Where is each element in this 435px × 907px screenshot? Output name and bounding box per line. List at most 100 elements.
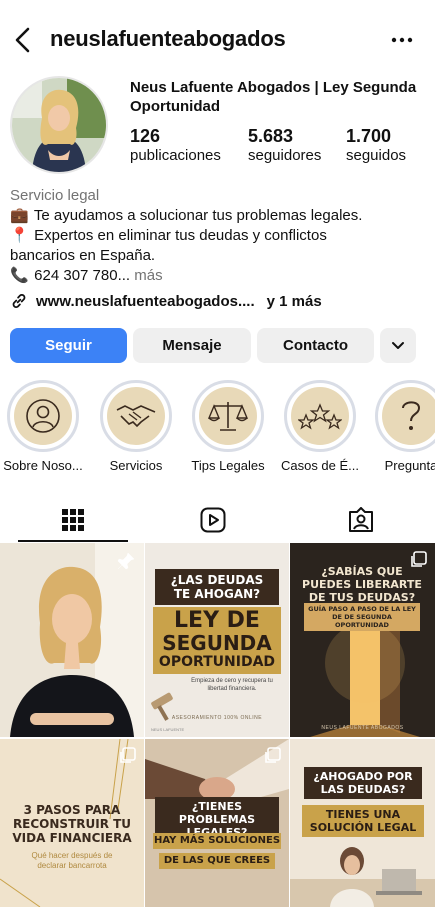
- question-icon: [402, 401, 421, 430]
- highlight-label: Pregunta: [384, 458, 435, 473]
- profile-actions: Seguir Mensaje Contacto: [10, 328, 420, 364]
- post-subtitle-1: TIENES UNA: [325, 808, 401, 821]
- profile-display-name: Neus Lafuente Abogados | Ley Segunda Opo…: [130, 79, 417, 115]
- carousel-icon: [411, 551, 427, 567]
- profile-link-extra[interactable]: y 1 más: [267, 293, 322, 310]
- more-options-icon[interactable]: [390, 28, 414, 52]
- post-headline: ¿SABÍAS QUE PUEDES LIBERARTE DE TUS DEUD…: [302, 565, 422, 604]
- bio-line: bancarios en España.: [10, 246, 425, 266]
- pinned-icon: [117, 552, 135, 570]
- bio-line: 📍 Expertos en eliminar tus deudas y conf…: [10, 226, 425, 246]
- stat-following-label: seguidos: [346, 147, 407, 164]
- post-subtitle-box: TIENES UNA SOLUCIÓN LEGAL: [302, 805, 424, 837]
- highlight-ring: [375, 380, 435, 452]
- stat-posts-label: publicaciones: [130, 147, 221, 164]
- highlight-cover: [107, 387, 165, 445]
- highlight-label: Sobre Noso...: [3, 458, 83, 473]
- post-small-brand: NEUS LAFUENTE: [151, 727, 185, 732]
- bio-line: 📞 624 307 780... más: [10, 266, 425, 286]
- profile-avatar[interactable]: [10, 76, 108, 174]
- active-tab-indicator: [18, 540, 128, 542]
- link-icon: [12, 294, 26, 308]
- bio-text: Expertos en eliminar tus deudas y confli…: [34, 227, 327, 244]
- highlight-cover: [199, 387, 257, 445]
- post-thumbnail[interactable]: ¿LAS DEUDAS TE AHOGAN? LEY DE SEGUNDA OP…: [145, 543, 289, 737]
- stat-following[interactable]: 1.700 seguidos: [346, 126, 406, 166]
- back-arrow-icon[interactable]: [12, 26, 36, 54]
- suggestions-dropdown-button[interactable]: [380, 328, 416, 363]
- handshake-icon: [116, 405, 156, 428]
- post-headline-1: ¿AHOGADO POR: [313, 770, 413, 783]
- post-headline-2: LAS DEUDAS?: [320, 783, 406, 796]
- profile-link-url[interactable]: www.neuslafuenteabogados....: [36, 293, 255, 310]
- stat-followers-value: 5.683: [248, 126, 294, 146]
- bio-text: bancarios en España.: [10, 247, 156, 264]
- post-subtitle: GUÍA PASO A PASO DE LA LEY DE DE SEGUNDA…: [304, 603, 420, 631]
- post-headline-2: TE AHOGAN?: [173, 587, 261, 601]
- scales-icon: [208, 402, 248, 431]
- profile-link[interactable]: www.neuslafuenteabogados.... y 1 más: [10, 292, 425, 310]
- message-button[interactable]: Mensaje: [133, 328, 251, 363]
- profile-bio: Servicio legal 💼 Te ayudamos a soluciona…: [10, 186, 425, 286]
- carousel-icon: [120, 747, 136, 763]
- top-bar: neuslafuenteabogados: [0, 20, 435, 60]
- post-subtitle-2: DE LAS QUE CREES: [159, 853, 275, 869]
- bio-line: 💼 Te ayudamos a solucionar tus problemas…: [10, 206, 425, 226]
- highlight-services[interactable]: Servicios: [91, 380, 181, 473]
- profile-category: Servicio legal: [10, 187, 100, 204]
- post-subtitle: Qué hacer después de declarar bancarrota: [31, 851, 113, 870]
- post-subtitle: Empieza de cero y recupera tu libertad f…: [191, 678, 273, 692]
- highlight-label: Casos de É...: [280, 458, 360, 473]
- highlight-cover: [291, 387, 349, 445]
- follow-button[interactable]: Seguir: [10, 328, 127, 363]
- bio-more-link[interactable]: más: [130, 267, 162, 284]
- post-headline-box: ¿LAS DEUDAS TE AHOGAN?: [155, 569, 279, 605]
- stat-following-value: 1.700: [346, 126, 392, 146]
- tab-tagged[interactable]: [288, 498, 433, 542]
- stat-posts: 126 publicaciones: [130, 126, 221, 166]
- tagged-icon: [348, 507, 373, 532]
- story-highlights: Sobre Noso... Servicios Tips Legales Cas…: [0, 380, 435, 480]
- profile-tabs: [0, 498, 435, 542]
- highlight-label: Servicios: [109, 458, 163, 473]
- highlight-cover: [14, 387, 72, 445]
- grid-icon: [61, 509, 84, 531]
- post-thumbnail[interactable]: 3 PASOS PARA RECONSTRUIR TU VIDA FINANCI…: [0, 739, 144, 907]
- post-big-title-1: LEY DE: [174, 608, 260, 633]
- bio-text: 624 307 780...: [34, 267, 131, 284]
- tab-grid[interactable]: [0, 498, 145, 542]
- post-photo: [0, 543, 144, 737]
- highlight-about[interactable]: Sobre Noso...: [0, 380, 88, 473]
- post-big-title-box: LEY DE SEGUNDA OPORTUNIDAD: [153, 607, 281, 674]
- post-footer: NEUS LAFUENTE ABOGADOS: [321, 725, 404, 731]
- highlight-tips[interactable]: Tips Legales: [183, 380, 273, 473]
- person-icon: [26, 399, 60, 433]
- posts-grid: ¿LAS DEUDAS TE AHOGAN? LEY DE SEGUNDA OP…: [0, 543, 435, 907]
- phone-icon: 📞: [10, 267, 29, 284]
- avatar-photo: [12, 78, 106, 172]
- tab-reels[interactable]: [140, 498, 285, 542]
- chevron-down-icon: [392, 341, 404, 349]
- post-thumbnail[interactable]: ¿TIENES PROBLEMAS LEGALES? HAY MÁS SOLUC…: [145, 739, 289, 907]
- post-thumbnail[interactable]: ¿AHOGADO POR LAS DEUDAS? TIENES UNA SOLU…: [290, 739, 435, 907]
- woman-at-desk-photo: [290, 847, 435, 907]
- reels-icon: [200, 507, 225, 533]
- highlight-questions[interactable]: Pregunta: [366, 380, 435, 473]
- post-headline-box: ¿AHOGADO POR LAS DEUDAS?: [304, 767, 422, 799]
- post-thumbnail[interactable]: [0, 543, 144, 737]
- post-subtitle-2: SOLUCIÓN LEGAL: [309, 821, 417, 834]
- post-headline: 3 PASOS PARA RECONSTRUIR TU VIDA FINANCI…: [12, 803, 132, 845]
- highlight-ring: [7, 380, 79, 452]
- highlight-ring: [192, 380, 264, 452]
- profile-username: neuslafuenteabogados: [50, 26, 286, 51]
- stat-followers[interactable]: 5.683 seguidores: [248, 126, 321, 166]
- bio-text: Te ayudamos a solucionar tus problemas l…: [33, 207, 363, 224]
- stars-icon: [298, 403, 342, 430]
- gavel-illustration: [151, 692, 173, 721]
- briefcase-icon: 💼: [10, 207, 29, 224]
- highlight-success-cases[interactable]: Casos de É...: [275, 380, 365, 473]
- post-thumbnail[interactable]: ¿SABÍAS QUE PUEDES LIBERARTE DE TUS DEUD…: [290, 543, 435, 737]
- post-headline-1: ¿LAS DEUDAS: [170, 573, 264, 587]
- contact-button[interactable]: Contacto: [257, 328, 374, 363]
- highlight-label: Tips Legales: [191, 458, 265, 473]
